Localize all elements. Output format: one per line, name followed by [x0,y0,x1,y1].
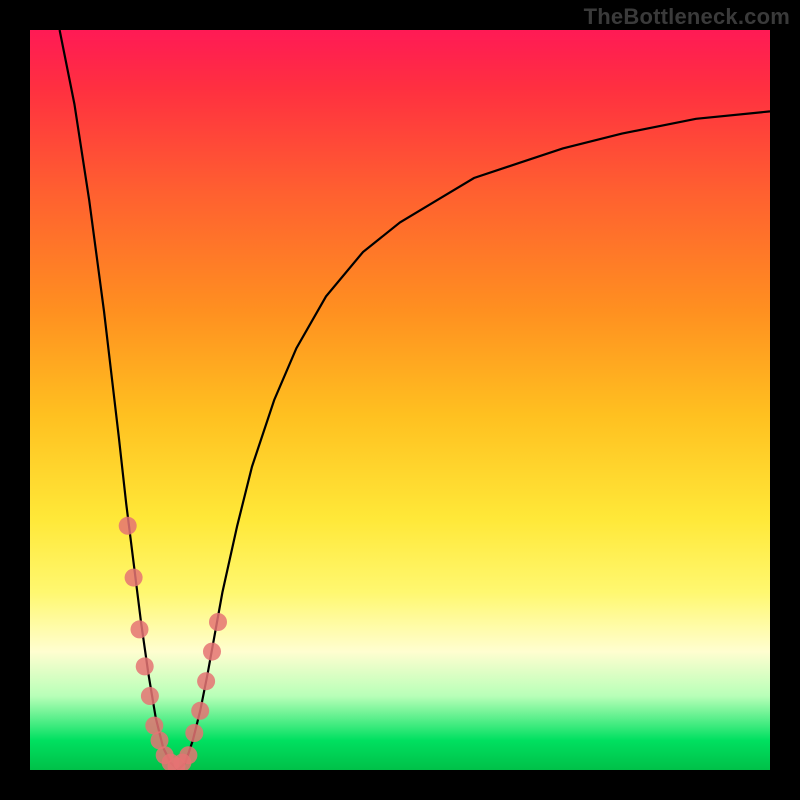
marker-dot [125,569,143,587]
marker-dot [131,620,149,638]
hardware-markers [119,517,227,770]
bottleneck-curve [60,30,770,770]
marker-dot [136,657,154,675]
marker-dot [197,672,215,690]
plot-area [30,30,770,770]
chart-frame: TheBottleneck.com [0,0,800,800]
marker-dot [209,613,227,631]
marker-dot [141,687,159,705]
brand-watermark: TheBottleneck.com [584,4,790,30]
marker-dot [185,724,203,742]
marker-dot [191,702,209,720]
marker-dot [179,746,197,764]
marker-dot [203,643,221,661]
marker-dot [119,517,137,535]
curve-group [60,30,770,770]
bottleneck-curve-svg [30,30,770,770]
